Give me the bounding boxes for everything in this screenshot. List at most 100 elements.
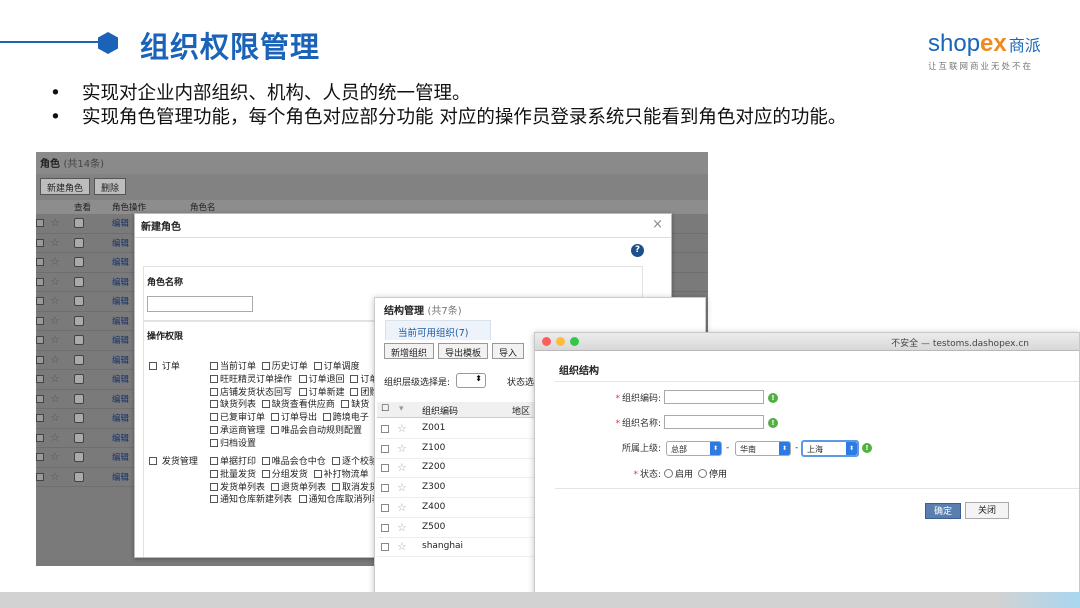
- view-icon[interactable]: [74, 237, 84, 248]
- edit-link[interactable]: 编辑: [112, 432, 129, 444]
- permission-option[interactable]: 承运商管理: [210, 423, 265, 436]
- row-checkbox[interactable]: [36, 433, 44, 442]
- row-checkbox[interactable]: [36, 277, 44, 286]
- status-disabled-radio[interactable]: 停用: [698, 467, 727, 480]
- delete-button[interactable]: 删除: [94, 178, 127, 195]
- permission-group-checkbox[interactable]: 发货管理: [149, 454, 198, 467]
- edit-link[interactable]: 编辑: [112, 315, 129, 327]
- permission-option[interactable]: 历史订单: [261, 359, 308, 372]
- row-checkbox[interactable]: [381, 484, 389, 493]
- edit-link[interactable]: 编辑: [112, 237, 129, 249]
- row-checkbox[interactable]: [36, 453, 44, 461]
- permission-option[interactable]: 归档设置: [210, 436, 256, 449]
- help-icon[interactable]: ?: [631, 244, 644, 257]
- row-checkbox[interactable]: [36, 258, 44, 266]
- row-checkbox[interactable]: [36, 336, 44, 344]
- edit-link[interactable]: 编辑: [112, 334, 129, 346]
- star-icon[interactable]: ☆: [50, 236, 60, 249]
- permission-option[interactable]: 店铺发货状态回写: [210, 385, 292, 398]
- row-checkbox[interactable]: [381, 425, 389, 433]
- view-icon[interactable]: [74, 452, 84, 462]
- star-icon[interactable]: ☆: [397, 422, 407, 435]
- permission-option[interactable]: 分组发货: [261, 467, 308, 480]
- permission-option[interactable]: 订单导出: [271, 410, 317, 423]
- row-checkbox[interactable]: [381, 464, 389, 473]
- star-icon[interactable]: ☆: [397, 501, 407, 514]
- row-checkbox[interactable]: [36, 219, 44, 227]
- star-icon[interactable]: ☆: [50, 255, 60, 268]
- address-text[interactable]: 不安全 — testoms.dashopex.cn: [891, 336, 1029, 349]
- view-icon[interactable]: [74, 432, 84, 443]
- row-checkbox[interactable]: [36, 414, 44, 422]
- edit-link[interactable]: 编辑: [112, 373, 129, 385]
- role-name-input[interactable]: [147, 296, 253, 312]
- view-icon[interactable]: [74, 257, 84, 267]
- permission-option[interactable]: 缺货: [341, 397, 369, 410]
- star-icon[interactable]: ☆: [50, 450, 60, 463]
- star-icon[interactable]: ☆: [397, 461, 407, 474]
- star-icon[interactable]: ☆: [50, 353, 60, 366]
- star-icon[interactable]: ☆: [50, 431, 60, 444]
- add-org-button[interactable]: 新增组织: [384, 343, 435, 359]
- select-all-checkbox[interactable]: ☐: [381, 404, 389, 414]
- edit-link[interactable]: 编辑: [112, 354, 129, 366]
- permission-option[interactable]: 逐个校验: [332, 454, 378, 467]
- confirm-button[interactable]: 确定: [925, 503, 961, 519]
- close-icon[interactable]: ×: [652, 217, 663, 232]
- view-icon[interactable]: [74, 374, 84, 384]
- status-enabled-radio[interactable]: 启用: [664, 467, 693, 480]
- star-icon[interactable]: ☆: [397, 442, 407, 455]
- parent-select-shanghai[interactable]: 上海 ⬍: [801, 440, 859, 457]
- permission-option[interactable]: 跨境电子: [322, 410, 369, 423]
- star-icon[interactable]: ☆: [50, 314, 60, 327]
- sort-chevron-icon[interactable]: ▾: [399, 404, 404, 414]
- star-icon[interactable]: ☆: [50, 411, 60, 424]
- permission-option[interactable]: 订单新建: [298, 385, 345, 398]
- star-icon[interactable]: ☆: [397, 540, 407, 553]
- permission-option[interactable]: 缺货列表: [210, 397, 256, 410]
- permission-option[interactable]: 发货单列表: [210, 480, 265, 493]
- edit-link[interactable]: 编辑: [112, 451, 129, 463]
- parent-select-hq[interactable]: 总部 ⬍: [666, 441, 722, 456]
- close-dot-icon[interactable]: [542, 337, 551, 346]
- permission-option[interactable]: 单据打印: [210, 454, 256, 467]
- star-icon[interactable]: ☆: [397, 521, 407, 534]
- permission-option[interactable]: 唯品会自动规则配置: [271, 423, 362, 436]
- close-button[interactable]: 关闭: [965, 502, 1009, 519]
- row-checkbox[interactable]: [36, 375, 44, 383]
- star-icon[interactable]: ☆: [50, 294, 60, 307]
- edit-link[interactable]: 编辑: [112, 471, 129, 483]
- org-name-input[interactable]: [664, 415, 764, 429]
- star-icon[interactable]: ☆: [397, 481, 407, 494]
- minimize-dot-icon[interactable]: [556, 337, 565, 346]
- row-checkbox[interactable]: [381, 543, 389, 552]
- star-icon[interactable]: ☆: [50, 333, 60, 346]
- view-icon[interactable]: [74, 296, 84, 306]
- star-icon[interactable]: ☆: [50, 275, 60, 288]
- edit-link[interactable]: 编辑: [112, 393, 129, 405]
- edit-link[interactable]: 编辑: [112, 412, 129, 424]
- row-checkbox[interactable]: [381, 503, 389, 512]
- org-code-input[interactable]: [664, 390, 764, 404]
- star-icon[interactable]: ☆: [50, 216, 60, 229]
- permission-option[interactable]: 已复审订单: [210, 410, 265, 423]
- view-icon[interactable]: [74, 393, 84, 404]
- view-icon[interactable]: [74, 276, 84, 287]
- row-checkbox[interactable]: [36, 472, 44, 481]
- permission-option[interactable]: 退货单列表: [271, 480, 326, 493]
- row-checkbox[interactable]: [36, 394, 44, 403]
- new-role-button[interactable]: 新建角色: [40, 178, 91, 195]
- view-icon[interactable]: [74, 354, 84, 365]
- star-icon[interactable]: ☆: [50, 392, 60, 405]
- permission-group-checkbox[interactable]: 订单: [149, 359, 180, 372]
- permission-option[interactable]: 补打物流单: [313, 467, 369, 480]
- view-icon[interactable]: [74, 413, 84, 423]
- row-checkbox[interactable]: [381, 523, 389, 532]
- permission-option[interactable]: 缺货查看供应商: [261, 397, 335, 410]
- view-icon[interactable]: [74, 335, 84, 345]
- edit-link[interactable]: 编辑: [112, 295, 129, 307]
- row-checkbox[interactable]: [36, 238, 44, 247]
- import-button[interactable]: 导入: [492, 343, 525, 359]
- edit-link[interactable]: 编辑: [112, 217, 129, 229]
- maximize-dot-icon[interactable]: [570, 337, 579, 346]
